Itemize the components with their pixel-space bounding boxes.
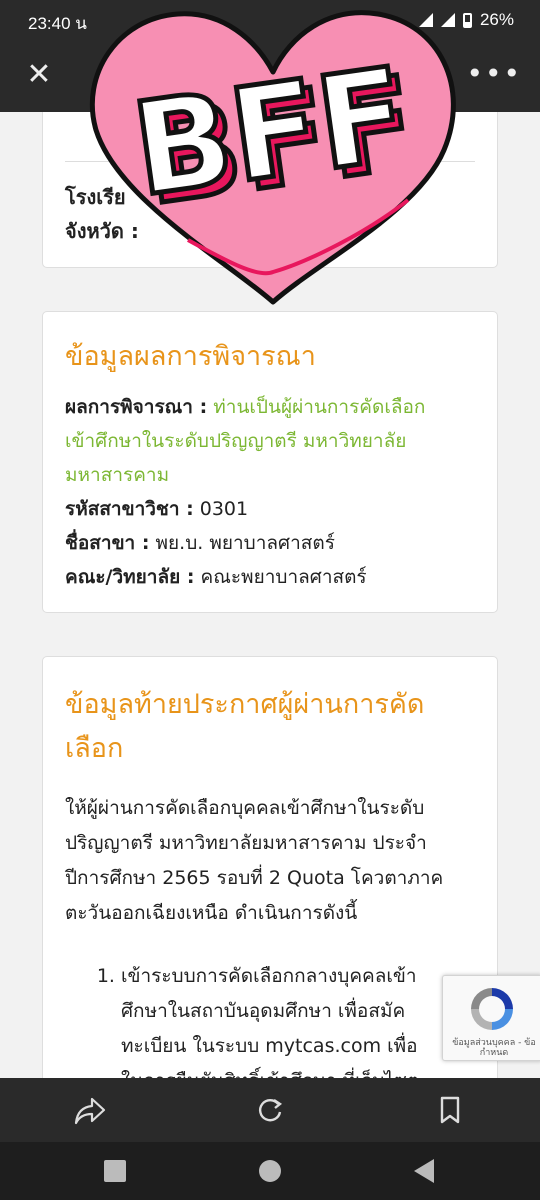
recents-icon[interactable] (104, 1160, 126, 1182)
para-line: ปริญญาตรี มหาวิทยาลัยมหาสารคาม ประจำ (65, 832, 427, 854)
step-line: ศึกษาในสถาบันอุดมศึกษา เพื่อสมัค (121, 1000, 406, 1022)
faculty-label: คณะ/วิทยาลัย : (65, 566, 195, 588)
result-value-line1: ท่านเป็นผู้ผ่านการคัดเลือก (213, 396, 426, 418)
announcement-card-title: ข้อมูลท้ายประกาศผู้ผ่านการคัด เลือก (65, 683, 475, 771)
bff-heart-sticker: BFF BFF (89, 10, 456, 305)
major-name-value: พย.บ. พยาบาลศาสตร์ (155, 532, 335, 554)
result-value-line2: เข้าศึกษาในระดับปริญญาตรี มหาวิทยาลัย (65, 430, 407, 452)
result-card: ข้อมูลผลการพิจารณา ผลการพิจารณา : ท่านเป… (42, 311, 498, 613)
announcement-title-line2: เลือก (65, 733, 124, 764)
para-line: ปีการศึกษา 2565 รอบที่ 2 Quota โควตาภาค (65, 867, 444, 889)
back-icon[interactable] (414, 1159, 434, 1183)
major-name-row: ชื่อสาขา : พย.บ. พยาบาลศาสตร์ (65, 526, 475, 560)
step-line: เข้าระบบการคัดเลือกกลางบุคคลเข้า (121, 965, 417, 987)
recaptcha-text[interactable]: ข้อมูลส่วนบุคคล - ข้อกำหนด (447, 1038, 540, 1058)
battery-percent: 26% (479, 10, 514, 29)
announcement-card: ข้อมูลท้ายประกาศผู้ผ่านการคัด เลือก ให้ผ… (42, 656, 498, 1078)
close-icon[interactable]: ✕ (22, 58, 56, 92)
share-icon[interactable] (70, 1090, 110, 1130)
faculty-row: คณะ/วิทยาลัย : คณะพยาบาลศาสตร์ (65, 560, 475, 594)
major-code-row: รหัสสาขาวิชา : 0301 (65, 492, 475, 526)
bookmark-icon[interactable] (430, 1090, 470, 1130)
more-vert-icon[interactable]: ••• (466, 60, 522, 88)
bottom-action-bar (0, 1078, 540, 1142)
result-row: ผลการพิจารณา : ท่านเป็นผู้ผ่านการคัดเลือ… (65, 390, 475, 424)
step-line: ในการยืนยันสิทธิ์เข้าศึกษา ที่เว็บไซต (121, 1070, 419, 1078)
system-nav-bar (0, 1142, 540, 1200)
result-card-title: ข้อมูลผลการพิจารณา (65, 341, 316, 372)
announcement-title-line1: ข้อมูลท้ายประกาศผู้ผ่านการคัด (65, 689, 425, 720)
major-name-label: ชื่อสาขา : (65, 532, 150, 554)
refresh-icon[interactable] (250, 1090, 290, 1130)
recaptcha-badge[interactable]: ข้อมูลส่วนบุคคล - ข้อกำหนด (442, 975, 540, 1061)
major-code-value: 0301 (199, 498, 249, 520)
faculty-value: คณะพยาบาลศาสตร์ (200, 566, 367, 588)
steps-list: เข้าระบบการคัดเลือกกลางบุคคลเข้า ศึกษาใน… (65, 959, 475, 1078)
para-line: ตะวันออกเฉียงเหนือ ดำเนินการดังนี้ (65, 902, 358, 924)
announcement-paragraph: ให้ผู้ผ่านการคัดเลือกบุคคลเข้าศึกษาในระด… (65, 791, 475, 931)
home-icon[interactable] (259, 1160, 281, 1182)
result-label: ผลการพิจารณา : (65, 396, 208, 418)
result-value-line3: มหาสารคาม (65, 464, 170, 486)
list-item: เข้าระบบการคัดเลือกกลางบุคคลเข้า ศึกษาใน… (121, 959, 475, 1078)
para-line: ให้ผู้ผ่านการคัดเลือกบุคคลเข้าศึกษาในระด… (65, 797, 425, 819)
recaptcha-icon (471, 988, 513, 1030)
major-code-label: รหัสสาขาวิชา : (65, 498, 194, 520)
step-line: ทะเบียน ในระบบ mytcas.com เพื่อ (121, 1035, 418, 1057)
